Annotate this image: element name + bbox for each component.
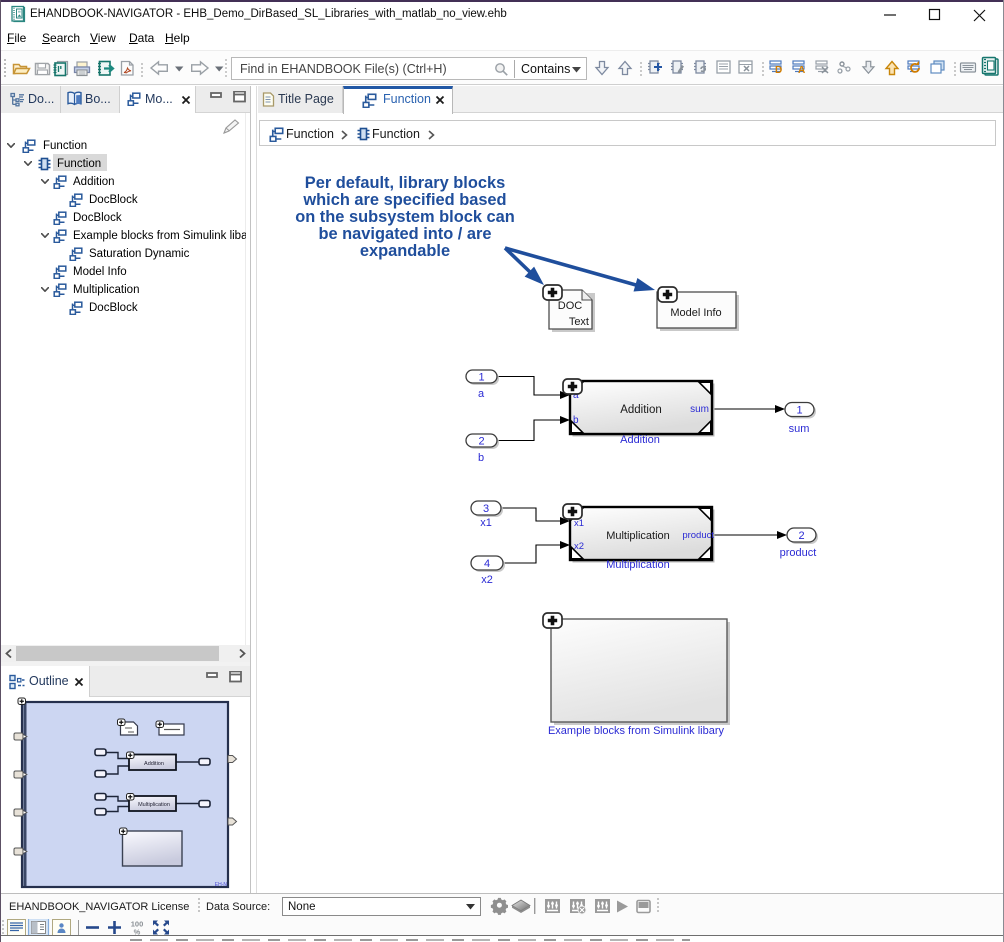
svg-text:sum: sum — [690, 404, 709, 415]
svg-text:x1: x1 — [480, 517, 492, 529]
svg-text:a: a — [478, 388, 485, 400]
svg-text:1: 1 — [796, 405, 802, 417]
svg-text:4: 4 — [484, 558, 490, 570]
svg-text:2: 2 — [798, 530, 804, 542]
svg-text:3: 3 — [483, 503, 489, 515]
svg-text:DOC: DOC — [558, 300, 583, 312]
svg-text:2: 2 — [478, 436, 484, 448]
svg-text:Multiplication: Multiplication — [138, 802, 170, 808]
svg-text:x2: x2 — [481, 574, 493, 586]
svg-text:product: product — [682, 530, 714, 541]
svg-text:which are specified based: which are specified based — [302, 191, 506, 209]
svg-text:be navigated into / are: be navigated into / are — [318, 225, 491, 243]
svg-text:product: product — [780, 547, 817, 559]
svg-text:D: D — [775, 65, 782, 76]
svg-text:Text: Text — [569, 316, 589, 328]
svg-text:1: 1 — [478, 372, 484, 384]
svg-text:Example blocks from Simulink l: Example blocks from Simulink libary — [548, 725, 725, 737]
svg-text:Model Info: Model Info — [670, 307, 721, 319]
svg-text:b: b — [478, 452, 484, 464]
svg-text:x2: x2 — [574, 541, 584, 552]
svg-text:EH-N: EH-N — [215, 882, 228, 888]
svg-text:Addition: Addition — [620, 434, 660, 446]
svg-text:Per default, library blocks: Per default, library blocks — [305, 174, 505, 192]
svg-text:b: b — [573, 415, 579, 426]
svg-text:Multiplication: Multiplication — [606, 559, 670, 571]
svg-text:Addition: Addition — [144, 761, 164, 767]
svg-text:Multiplication: Multiplication — [606, 530, 670, 542]
svg-text:expandable: expandable — [360, 242, 450, 260]
svg-text:Addition: Addition — [620, 404, 662, 416]
svg-text:on the subsystem block can: on the subsystem block can — [295, 208, 515, 226]
svg-text:A: A — [798, 65, 805, 76]
svg-text:sum: sum — [789, 423, 810, 435]
